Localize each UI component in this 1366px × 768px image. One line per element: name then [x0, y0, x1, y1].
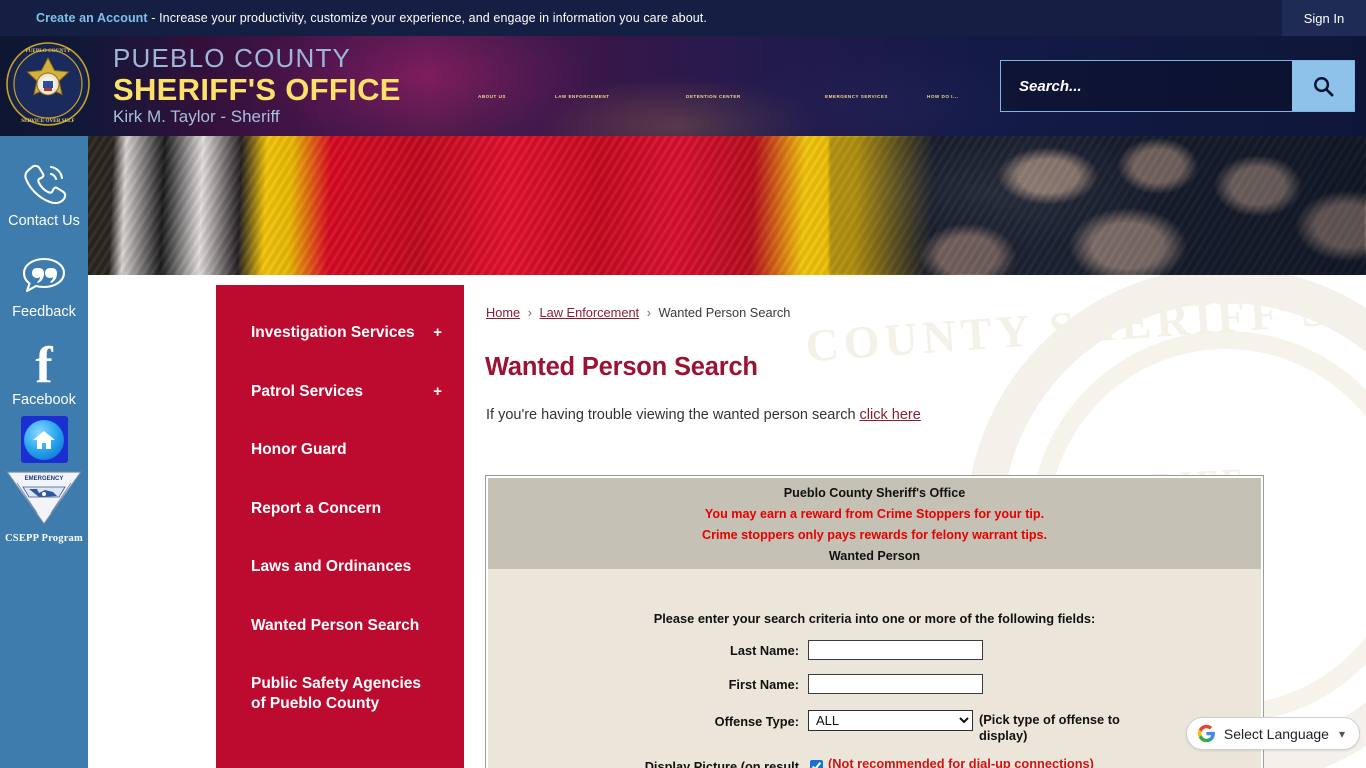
display-picture-label: Display Picture (on result	[644, 758, 799, 768]
menu-item-laws-and-ordinances[interactable]: Laws and Ordinances	[216, 557, 464, 577]
create-account-message: Create an Account - Increase your produc…	[36, 11, 707, 25]
last-name-label: Last Name:	[730, 643, 799, 658]
display-picture-checkbox[interactable]	[810, 759, 823, 768]
select-language-label: Select Language	[1223, 725, 1329, 742]
org-name-line1: PUEBLO COUNTY	[113, 43, 352, 73]
alert-home-icon	[24, 419, 64, 460]
phone-icon	[24, 164, 67, 205]
panel-notice-line-1: You may earn a reward from Crime Stopper…	[704, 507, 1045, 521]
rail-label-facebook: Facebook	[12, 392, 76, 409]
first-name-label: First Name:	[728, 677, 799, 692]
hero-banner-image	[88, 136, 1366, 275]
section-navigation-menu: Investigation Services + Patrol Services + H…	[216, 285, 464, 768]
offense-type-hint: (Pick type of offense to display)	[979, 712, 1120, 743]
menu-item-label: Public Safety Agencies of Pueblo County	[251, 675, 421, 712]
nav-item-how-do-i[interactable]: HOW DO I...	[927, 94, 958, 99]
chevron-down-icon: ▾	[1338, 726, 1345, 741]
menu-item-label: Wanted Person Search	[251, 617, 420, 634]
facebook-icon: f	[35, 337, 53, 394]
rail-item-alert-home[interactable]	[20, 416, 68, 464]
nav-item-about-us[interactable]: ABOUT US	[478, 94, 506, 99]
menu-item-wanted-person-search[interactable]: Wanted Person Search	[216, 616, 464, 636]
rail-label-csepp: CSEPP Program	[5, 533, 83, 545]
rail-item-csepp-program[interactable]: EMERGENCY CSEPP Program	[0, 469, 88, 544]
main-content: COUNTY SHERIFF'S SHERIFF Home › Law Enfo…	[464, 275, 1366, 768]
search-submit-button[interactable]	[1292, 61, 1354, 111]
search-icon	[1313, 76, 1333, 96]
menu-item-investigation-services[interactable]: Investigation Services +	[216, 323, 464, 343]
rail-label-feedback: Feedback	[12, 304, 76, 320]
csepp-triangle-icon: EMERGENCY	[5, 471, 83, 526]
nav-item-law-enforcement[interactable]: LAW ENFORCEMENT	[555, 94, 609, 99]
seal-watermark-text: COUNTY SHERIFF'S	[803, 283, 1334, 372]
nav-item-detention-center[interactable]: DETENTION CENTER	[686, 94, 741, 99]
page-title: Wanted Person Search	[485, 353, 758, 381]
menu-expand-plus-icon[interactable]: +	[433, 323, 442, 342]
wanted-person-search-form-body: Pueblo County Sheriff's Office You may e…	[488, 478, 1261, 768]
rail-item-facebook[interactable]: f Facebook	[0, 320, 88, 408]
nav-item-emergency-services[interactable]: EMERGENCY SERVICES	[825, 94, 888, 99]
select-language-widget[interactable]: Select Language ▾	[1185, 717, 1360, 750]
panel-notice-line-2: Crime stoppers only pays rewards for fel…	[701, 528, 1048, 542]
rail-item-feedback[interactable]: Feedback	[0, 229, 88, 320]
left-quicklinks-rail: Contact Us Feedback f Facebook EMERGENCY	[0, 136, 88, 768]
google-g-icon	[1197, 724, 1215, 743]
sheriff-badge-seal-icon: PUEBLO COUNTY SERVICE OVER SELF	[6, 42, 90, 126]
intro-paragraph: If you're having trouble viewing the wan…	[486, 407, 921, 423]
site-search	[1000, 60, 1355, 112]
panel-subheader: Wanted Person	[828, 549, 921, 563]
last-name-input[interactable]	[808, 640, 983, 660]
wanted-person-search-frame: Pueblo County Sheriff's Office You may e…	[485, 475, 1264, 768]
primary-navigation: ABOUT US LAW ENFORCEMENT DETENTION CENTER E…	[470, 94, 980, 108]
intro-text: If you're having trouble viewing the wan…	[486, 407, 860, 423]
search-input[interactable]	[1001, 61, 1292, 111]
panel-org-title: Pueblo County Sheriff's Office	[783, 486, 966, 500]
speech-bubble-quote-icon	[22, 257, 66, 293]
offense-type-label: Offense Type:	[714, 714, 799, 729]
breadcrumb-home[interactable]: Home	[486, 305, 520, 320]
menu-expand-plus-icon[interactable]: +	[433, 382, 442, 401]
menu-item-label: Investigation Services	[251, 324, 415, 341]
create-account-tagline: - Increase your productivity, customize …	[147, 11, 707, 25]
svg-text:PUEBLO COUNTY: PUEBLO COUNTY	[25, 48, 70, 54]
org-name-line2: SHERIFF'S OFFICE	[113, 71, 401, 107]
form-row-display-picture: Display Picture (on result (Not recommen…	[488, 756, 1261, 768]
rail-label-contact-us: Contact Us	[8, 213, 80, 229]
svg-text:SERVICE OVER SELF: SERVICE OVER SELF	[21, 118, 74, 124]
click-here-link[interactable]: click here	[860, 407, 921, 423]
form-instructions: Please enter your search criteria into o…	[653, 611, 1096, 626]
display-picture-note: (Not recommended for dial-up connections…	[828, 755, 1094, 768]
form-row-last-name: Last Name:	[488, 640, 1261, 660]
breadcrumb-separator-2: ›	[646, 305, 651, 320]
rail-item-contact-us[interactable]: Contact Us	[0, 136, 88, 229]
create-account-link[interactable]: Create an Account	[36, 11, 148, 25]
breadcrumb: Home › Law Enforcement › Wanted Person S…	[486, 305, 790, 320]
csepp-emergency-word: EMERGENCY	[25, 476, 64, 482]
site-header: PUEBLO COUNTY SERVICE OVER SELF PUEBLO C…	[0, 36, 1366, 136]
first-name-input[interactable]	[808, 674, 983, 694]
menu-item-label: Report a Concern	[251, 500, 382, 517]
sheriff-name: Kirk M. Taylor - Sheriff	[113, 107, 280, 127]
top-utility-bar: Create an Account - Increase your produc…	[0, 0, 1366, 36]
menu-item-label: Honor Guard	[251, 441, 347, 458]
breadcrumb-current: Wanted Person Search	[658, 305, 791, 320]
sign-in-button[interactable]: Sign In	[1282, 0, 1366, 36]
menu-item-honor-guard[interactable]: Honor Guard	[216, 440, 464, 460]
menu-item-public-safety-agencies-of-pueblo-county[interactable]: Public Safety Agencies of Pueblo County	[216, 674, 464, 714]
breadcrumb-separator-1: ›	[527, 305, 532, 320]
org-title-block: PUEBLO COUNTY SHERIFF'S OFFICE Kirk M. T…	[113, 44, 401, 127]
menu-item-label: Patrol Services	[251, 383, 364, 400]
offense-type-select[interactable]: ALL	[808, 710, 973, 731]
form-row-first-name: First Name:	[488, 674, 1261, 694]
breadcrumb-law-enforcement[interactable]: Law Enforcement	[540, 305, 640, 320]
menu-item-report-a-concern[interactable]: Report a Concern	[216, 499, 464, 519]
menu-item-patrol-services[interactable]: Patrol Services +	[216, 382, 464, 402]
form-row-offense-type: Offense Type: ALL (Pick type of offense …	[488, 710, 1261, 744]
home-glyph-icon	[33, 430, 55, 449]
menu-item-label: Laws and Ordinances	[251, 558, 412, 575]
panel-header: Pueblo County Sheriff's Office You may e…	[488, 478, 1261, 569]
